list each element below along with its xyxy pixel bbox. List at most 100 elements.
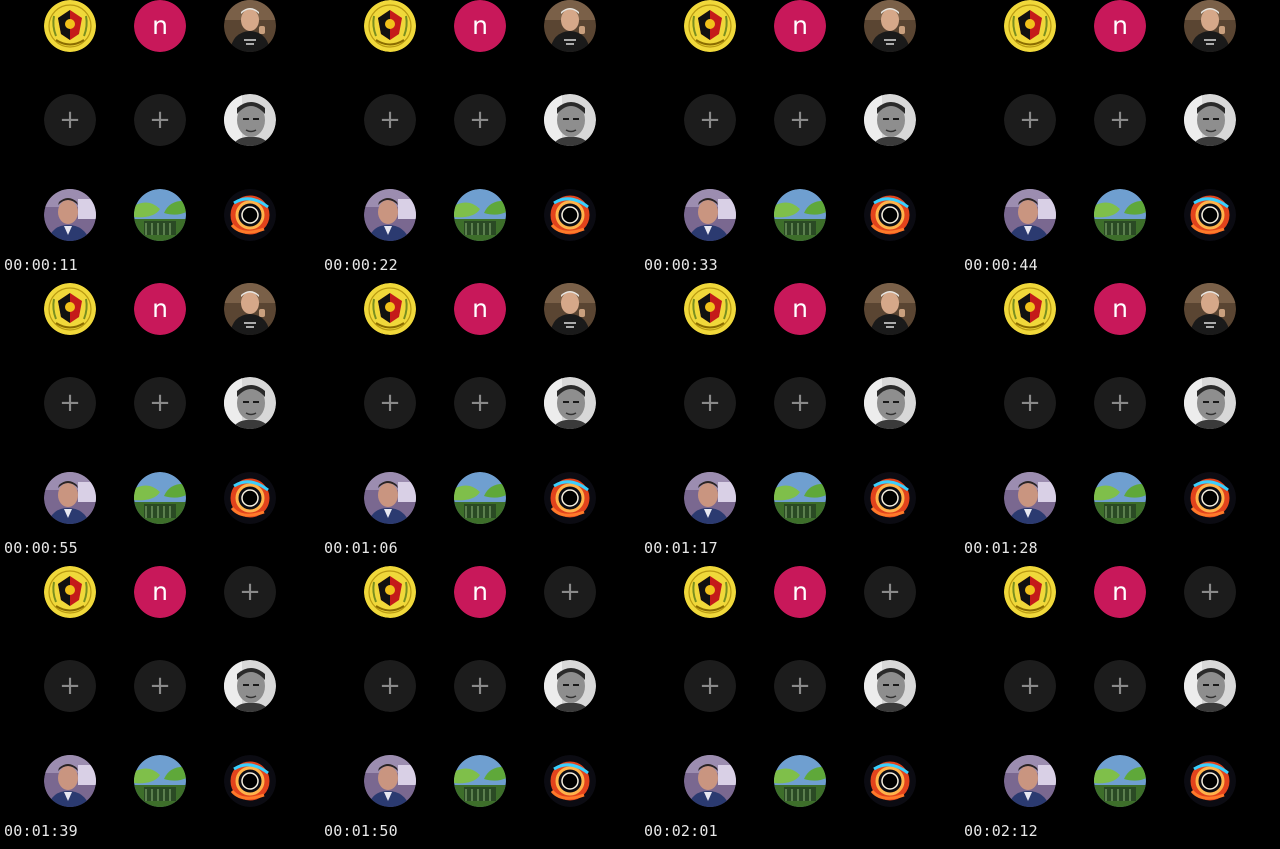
add-button[interactable]: + <box>134 660 186 712</box>
add-button[interactable]: + <box>44 660 96 712</box>
add-button[interactable]: + <box>864 566 916 618</box>
add-button[interactable]: + <box>774 94 826 146</box>
cosmic-eye-avatar[interactable] <box>544 472 596 524</box>
cosmic-eye-avatar[interactable] <box>224 189 276 241</box>
letter-n-avatar[interactable]: n <box>134 566 186 618</box>
letter-n-avatar[interactable]: n <box>1094 566 1146 618</box>
leaf-landscape-avatar[interactable] <box>454 755 506 807</box>
portrait-man-gray-avatar[interactable] <box>224 660 276 712</box>
add-button[interactable]: + <box>454 94 506 146</box>
portrait-man-gray-avatar[interactable] <box>1184 94 1236 146</box>
cosmic-eye-avatar[interactable] <box>1184 189 1236 241</box>
cosmic-eye-avatar[interactable] <box>864 189 916 241</box>
portrait-man-gray-avatar[interactable] <box>224 94 276 146</box>
portrait-man-gray-avatar[interactable] <box>544 94 596 146</box>
crest-icon-avatar[interactable] <box>1004 283 1056 335</box>
leaf-landscape-avatar[interactable] <box>774 189 826 241</box>
add-button[interactable]: + <box>1094 660 1146 712</box>
crest-icon-avatar[interactable] <box>684 0 736 52</box>
crest-icon-avatar[interactable] <box>44 283 96 335</box>
portrait-man-car-avatar[interactable] <box>44 189 96 241</box>
portrait-man-gray-avatar[interactable] <box>224 377 276 429</box>
add-button[interactable]: + <box>544 566 596 618</box>
portrait-man-car-avatar[interactable] <box>364 755 416 807</box>
cosmic-eye-avatar[interactable] <box>544 755 596 807</box>
letter-n-avatar[interactable]: n <box>454 0 506 52</box>
letter-n-avatar[interactable]: n <box>1094 0 1146 52</box>
leaf-landscape-avatar[interactable] <box>774 755 826 807</box>
add-button[interactable]: + <box>774 377 826 429</box>
add-button[interactable]: + <box>1094 94 1146 146</box>
leaf-landscape-avatar[interactable] <box>134 755 186 807</box>
add-button[interactable]: + <box>1004 377 1056 429</box>
portrait-man-gray-avatar[interactable] <box>864 660 916 712</box>
crest-icon-avatar[interactable] <box>364 283 416 335</box>
crest-icon-avatar[interactable] <box>364 0 416 52</box>
portrait-man-car-avatar[interactable] <box>364 189 416 241</box>
portrait-man-gray-avatar[interactable] <box>544 660 596 712</box>
add-button[interactable]: + <box>684 660 736 712</box>
add-button[interactable]: + <box>774 660 826 712</box>
portrait-man-car-avatar[interactable] <box>1004 189 1056 241</box>
add-button[interactable]: + <box>44 94 96 146</box>
letter-n-avatar[interactable]: n <box>454 566 506 618</box>
leaf-landscape-avatar[interactable] <box>134 472 186 524</box>
letter-n-avatar[interactable]: n <box>1094 283 1146 335</box>
add-button[interactable]: + <box>1184 566 1236 618</box>
cosmic-eye-avatar[interactable] <box>224 472 276 524</box>
crest-icon-avatar[interactable] <box>684 283 736 335</box>
cosmic-eye-avatar[interactable] <box>1184 472 1236 524</box>
letter-n-avatar[interactable]: n <box>454 283 506 335</box>
add-button[interactable]: + <box>134 377 186 429</box>
leaf-landscape-avatar[interactable] <box>1094 189 1146 241</box>
add-button[interactable]: + <box>1004 94 1056 146</box>
cosmic-eye-avatar[interactable] <box>864 472 916 524</box>
add-button[interactable]: + <box>44 377 96 429</box>
portrait-man-car-avatar[interactable] <box>1004 472 1056 524</box>
leaf-landscape-avatar[interactable] <box>774 472 826 524</box>
add-button[interactable]: + <box>1094 377 1146 429</box>
portrait-man-shirt-avatar[interactable] <box>864 0 916 52</box>
portrait-man-shirt-avatar[interactable] <box>1184 283 1236 335</box>
crest-icon-avatar[interactable] <box>44 0 96 52</box>
add-button[interactable]: + <box>134 94 186 146</box>
letter-n-avatar[interactable]: n <box>774 566 826 618</box>
cosmic-eye-avatar[interactable] <box>544 189 596 241</box>
leaf-landscape-avatar[interactable] <box>1094 755 1146 807</box>
add-button[interactable]: + <box>454 377 506 429</box>
crest-icon-avatar[interactable] <box>684 566 736 618</box>
portrait-man-car-avatar[interactable] <box>44 755 96 807</box>
leaf-landscape-avatar[interactable] <box>454 472 506 524</box>
portrait-man-car-avatar[interactable] <box>364 472 416 524</box>
portrait-man-car-avatar[interactable] <box>684 472 736 524</box>
add-button[interactable]: + <box>364 377 416 429</box>
crest-icon-avatar[interactable] <box>1004 0 1056 52</box>
portrait-man-gray-avatar[interactable] <box>1184 377 1236 429</box>
portrait-man-gray-avatar[interactable] <box>864 94 916 146</box>
add-button[interactable]: + <box>684 94 736 146</box>
portrait-man-shirt-avatar[interactable] <box>544 283 596 335</box>
portrait-man-shirt-avatar[interactable] <box>1184 0 1236 52</box>
portrait-man-shirt-avatar[interactable] <box>224 0 276 52</box>
add-button[interactable]: + <box>684 377 736 429</box>
portrait-man-car-avatar[interactable] <box>44 472 96 524</box>
letter-n-avatar[interactable]: n <box>774 0 826 52</box>
cosmic-eye-avatar[interactable] <box>1184 755 1236 807</box>
portrait-man-shirt-avatar[interactable] <box>544 0 596 52</box>
crest-icon-avatar[interactable] <box>364 566 416 618</box>
add-button[interactable]: + <box>224 566 276 618</box>
portrait-man-shirt-avatar[interactable] <box>864 283 916 335</box>
portrait-man-shirt-avatar[interactable] <box>224 283 276 335</box>
leaf-landscape-avatar[interactable] <box>1094 472 1146 524</box>
leaf-landscape-avatar[interactable] <box>454 189 506 241</box>
portrait-man-car-avatar[interactable] <box>684 189 736 241</box>
portrait-man-car-avatar[interactable] <box>1004 755 1056 807</box>
portrait-man-car-avatar[interactable] <box>684 755 736 807</box>
add-button[interactable]: + <box>364 94 416 146</box>
portrait-man-gray-avatar[interactable] <box>1184 660 1236 712</box>
add-button[interactable]: + <box>364 660 416 712</box>
portrait-man-gray-avatar[interactable] <box>864 377 916 429</box>
letter-n-avatar[interactable]: n <box>774 283 826 335</box>
add-button[interactable]: + <box>1004 660 1056 712</box>
crest-icon-avatar[interactable] <box>1004 566 1056 618</box>
